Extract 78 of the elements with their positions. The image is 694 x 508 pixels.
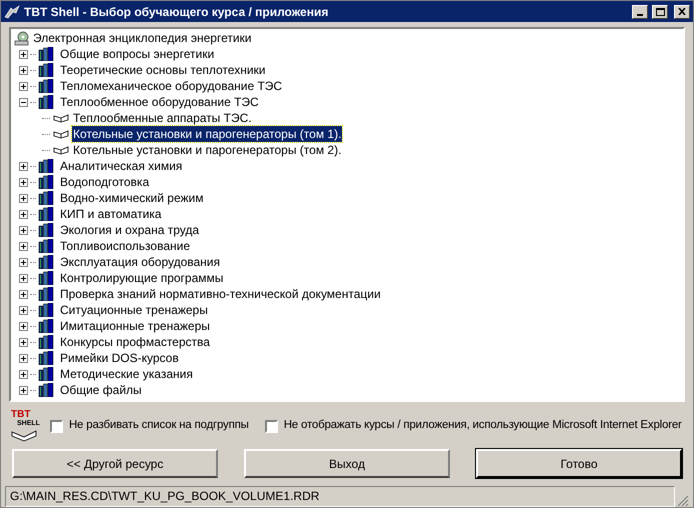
expand-icon[interactable] bbox=[19, 162, 28, 170]
expand-icon[interactable] bbox=[19, 178, 28, 186]
expand-icon[interactable] bbox=[19, 226, 28, 234]
tree-item[interactable]: Экология и охрана труда bbox=[60, 222, 200, 238]
window-title: TBT Shell - Выбор обучающего курса / приложения bbox=[24, 4, 330, 20]
books-icon bbox=[38, 63, 54, 77]
books-icon bbox=[38, 255, 54, 269]
tree-item[interactable]: Котельные установки и парогенераторы (том 2). bbox=[72, 142, 342, 158]
books-icon bbox=[38, 351, 54, 365]
books-icon bbox=[38, 319, 54, 333]
books-icon bbox=[38, 47, 54, 61]
expand-icon[interactable] bbox=[19, 306, 28, 314]
books-icon bbox=[38, 287, 54, 301]
logo-text: TBT bbox=[11, 410, 30, 420]
expand-icon[interactable] bbox=[19, 242, 28, 250]
tree-item[interactable]: КИП и автоматика bbox=[60, 206, 162, 222]
tree-item[interactable]: Ситуационные тренажеры bbox=[60, 302, 208, 318]
tree-item[interactable]: Методические указания bbox=[60, 366, 193, 382]
checkbox-label: Не отображать курсы / приложения, использующие Microsoft Internet Explorer bbox=[284, 418, 682, 434]
expand-icon[interactable] bbox=[19, 338, 28, 346]
expand-icon[interactable] bbox=[19, 354, 28, 362]
tree-item[interactable]: Эксплуатация оборудования bbox=[60, 254, 220, 270]
tree-item[interactable]: Общие файлы bbox=[60, 382, 142, 398]
disc-drive-icon bbox=[14, 30, 30, 46]
expand-icon[interactable] bbox=[19, 290, 28, 298]
books-icon bbox=[38, 335, 54, 349]
tree-item[interactable]: Конкурсы профмастерства bbox=[60, 334, 210, 350]
tree-item[interactable]: Теплообменные аппараты ТЭС. bbox=[72, 110, 253, 126]
books-icon bbox=[38, 95, 54, 109]
tree-item[interactable]: Теплообменное оборудование ТЭС bbox=[60, 94, 259, 110]
tree-item[interactable]: Водоподготовка bbox=[60, 174, 150, 190]
dialog-button[interactable]: << Другой ресурс bbox=[12, 449, 218, 478]
collapse-icon[interactable] bbox=[19, 98, 28, 106]
expand-icon[interactable] bbox=[19, 274, 28, 282]
books-icon bbox=[38, 191, 54, 205]
expand-icon[interactable] bbox=[19, 66, 28, 74]
expand-icon[interactable] bbox=[19, 194, 28, 202]
maximize-button[interactable] bbox=[652, 4, 668, 18]
tree-item[interactable]: Аналитическая химия bbox=[60, 158, 182, 174]
expand-icon[interactable] bbox=[19, 370, 28, 378]
checkbox-label: Не разбивать список на подгруппы bbox=[68, 418, 249, 434]
expand-icon[interactable] bbox=[19, 258, 28, 266]
books-icon bbox=[38, 79, 54, 93]
expand-icon[interactable] bbox=[19, 386, 28, 394]
books-icon bbox=[38, 383, 54, 397]
close-button[interactable] bbox=[674, 4, 690, 18]
close-icon bbox=[678, 8, 686, 15]
checkbox[interactable] bbox=[50, 420, 63, 433]
books-icon bbox=[38, 303, 54, 317]
tree-item[interactable]: Имитационные тренажеры bbox=[60, 318, 210, 334]
books-icon bbox=[38, 207, 54, 221]
tree-item[interactable]: Котельные установки и парогенераторы (том 1). bbox=[72, 126, 342, 142]
books-icon bbox=[38, 159, 54, 173]
tree-item[interactable]: Теоретические основы теплотехники bbox=[60, 62, 266, 78]
books-icon bbox=[38, 175, 54, 189]
status-bar: G:\MAIN_RES.CD\TWT_KU_PG_BOOK_VOLUME1.RDR bbox=[5, 486, 675, 507]
tree-item[interactable]: Контролирующие программы bbox=[60, 270, 224, 286]
resize-grip-icon[interactable] bbox=[677, 495, 689, 507]
minimize-button[interactable] bbox=[632, 4, 648, 18]
tree-item[interactable]: Римейки DOS-курсов bbox=[60, 350, 179, 366]
tree-item[interactable]: Проверка знаний нормативно-технической документации bbox=[60, 286, 381, 302]
tree-item[interactable]: Водно-химический режим bbox=[60, 190, 204, 206]
checkbox[interactable] bbox=[264, 420, 278, 433]
books-icon bbox=[38, 223, 54, 237]
books-icon bbox=[38, 367, 54, 381]
dialog-button[interactable]: Выход bbox=[244, 449, 450, 478]
app-icon bbox=[4, 4, 20, 18]
dialog-button[interactable]: Готово bbox=[476, 449, 682, 478]
expand-icon[interactable] bbox=[19, 322, 28, 330]
books-icon bbox=[38, 239, 54, 253]
expand-icon[interactable] bbox=[19, 50, 28, 58]
tree-item[interactable]: Тепломеханическое оборудование ТЭС bbox=[60, 78, 282, 94]
tree-item[interactable]: Топливоиспользование bbox=[60, 238, 190, 254]
tree-item[interactable]: Общие вопросы энергетики bbox=[60, 46, 214, 62]
expand-icon[interactable] bbox=[19, 82, 28, 90]
tree-root[interactable]: Электронная энциклопедия энергетики bbox=[33, 30, 252, 46]
expand-icon[interactable] bbox=[19, 210, 28, 218]
books-icon bbox=[38, 271, 54, 285]
